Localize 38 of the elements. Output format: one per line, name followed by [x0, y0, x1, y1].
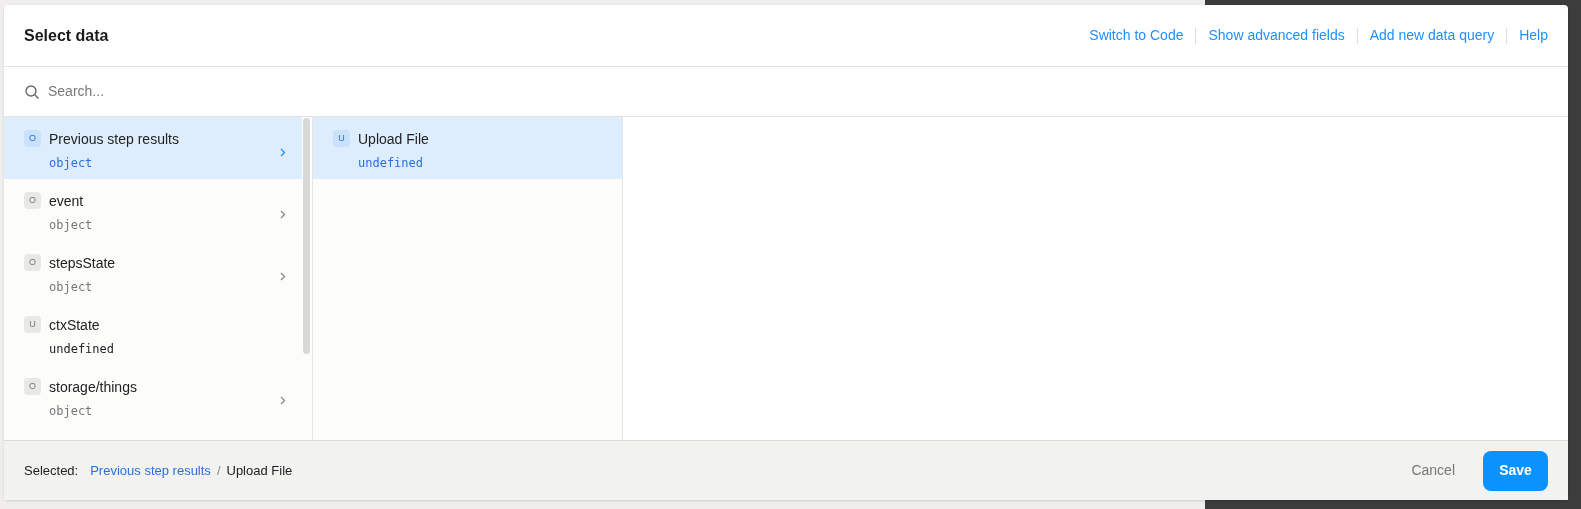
- header-link[interactable]: Add new data query: [1369, 25, 1495, 46]
- type-badge: O: [24, 130, 41, 147]
- breadcrumb-current: Upload File: [226, 461, 293, 480]
- tree-item[interactable]: O stepsState object: [4, 241, 302, 303]
- selected-label: Selected:: [24, 461, 79, 480]
- type-badge: O: [24, 254, 41, 271]
- tree-item[interactable]: U ctxState undefined: [4, 303, 302, 365]
- item-label: Upload File: [358, 130, 429, 149]
- header-link[interactable]: Help: [1519, 25, 1548, 46]
- tree-item[interactable]: O storage/things object: [4, 365, 302, 427]
- item-label: stepsState: [49, 254, 116, 273]
- search-icon: [24, 83, 40, 100]
- header-link[interactable]: Show advanced fields: [1208, 25, 1345, 46]
- item-type: object: [49, 155, 93, 172]
- breadcrumb-link[interactable]: Previous step results: [90, 460, 211, 481]
- type-badge: O: [24, 192, 41, 209]
- item-label: storage/things: [49, 378, 137, 397]
- cancel-button[interactable]: Cancel: [1399, 452, 1467, 489]
- header-link[interactable]: Switch to Code: [1089, 25, 1184, 46]
- item-type: undefined: [358, 155, 424, 172]
- tree-item[interactable]: O Previous step results object: [4, 117, 302, 179]
- item-type: object: [49, 403, 93, 420]
- breadcrumb-separator: /: [216, 461, 221, 480]
- scrollbar-thumb[interactable]: [303, 118, 310, 354]
- item-type: undefined: [49, 341, 115, 358]
- save-button[interactable]: Save: [1483, 450, 1548, 491]
- type-badge: O: [24, 378, 41, 395]
- item-type: object: [49, 217, 93, 234]
- item-label: event: [49, 192, 84, 211]
- type-badge: U: [333, 130, 350, 147]
- search-field[interactable]: Search...: [48, 81, 1548, 102]
- item-label: ctxState: [49, 316, 100, 335]
- dialog-title: Select data: [24, 25, 109, 46]
- item-label: Previous step results: [49, 130, 179, 149]
- item-type: object: [49, 279, 93, 296]
- tree-item[interactable]: U Upload File undefined: [313, 117, 622, 179]
- tree-item[interactable]: O event object: [4, 179, 302, 241]
- type-badge: U: [24, 316, 41, 333]
